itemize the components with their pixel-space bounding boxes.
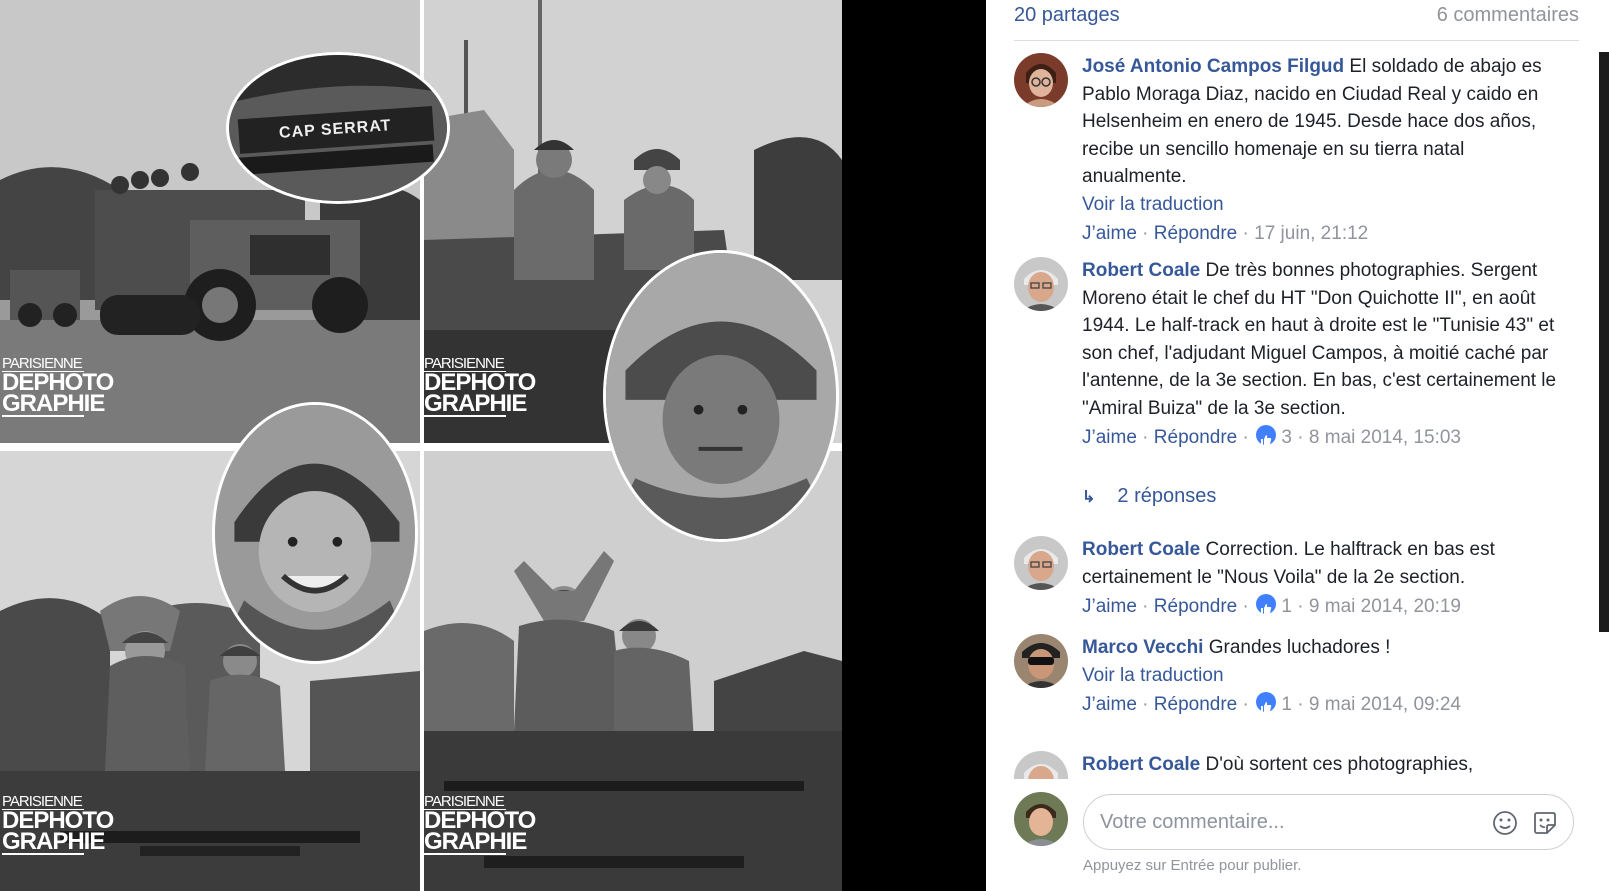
like-link[interactable]: J’aime [1082, 223, 1137, 244]
reply-link[interactable]: Répondre [1154, 223, 1237, 244]
avatar[interactable] [1014, 634, 1068, 688]
comment-actions: J’aime · Répondre · 1 · 9 mai 2014, 20:1… [1082, 594, 1462, 617]
like-count-icon[interactable] [1256, 594, 1277, 614]
comment-text: Marco Vecchi Grandes luchadores ! [1082, 634, 1562, 662]
emoji-icon[interactable] [1491, 809, 1519, 837]
comment-composer: Appuyez sur Entrée pour publier. [986, 784, 1609, 891]
comment-input[interactable] [1100, 808, 1460, 836]
inset-smiling-soldier [212, 402, 418, 664]
comment-author-link[interactable]: Robert Coale [1082, 754, 1200, 775]
comment-input-box[interactable] [1083, 794, 1574, 850]
comment-timestamp[interactable]: 9 mai 2014, 09:24 [1309, 694, 1461, 715]
reply-arrow-icon: ↳ [1082, 489, 1096, 506]
view-replies-link[interactable]: ↳ 2 réponses [1082, 485, 1609, 508]
watermark-logo: PARISIENNE DEPHOTO GRAPHIE [424, 793, 536, 856]
comment-list[interactable]: José Antonio Campos Filgud El soldado de… [986, 41, 1609, 779]
avatar[interactable] [1014, 751, 1068, 779]
comment-message: De très bonnes photographies. Sergent Mo… [1082, 260, 1557, 419]
replies-count-label[interactable]: 2 réponses [1117, 485, 1216, 507]
shares-count-link[interactable]: 20 partages [1014, 4, 1120, 27]
comments-panel: 20 partages 6 commentaires José Antonio … [986, 0, 1609, 891]
reply-link[interactable]: Répondre [1154, 596, 1237, 617]
comment-author-link[interactable]: Marco Vecchi [1082, 637, 1203, 658]
watermark-logo: PARISIENNE DEPHOTO GRAPHIE [2, 793, 114, 856]
avatar[interactable] [1014, 536, 1068, 590]
like-count[interactable]: 1 [1281, 694, 1292, 715]
see-translation-link[interactable]: Voir la traduction [1082, 191, 1562, 218]
like-link[interactable]: J’aime [1082, 596, 1137, 617]
comment-timestamp[interactable]: 17 juin, 21:12 [1254, 223, 1368, 244]
comment-timestamp[interactable]: 9 mai 2014, 20:19 [1309, 596, 1461, 617]
watermark-logo: PARISIENNE DEPHOTO GRAPHIE [2, 355, 114, 418]
inset-helmeted-soldier [603, 250, 839, 542]
like-count-icon[interactable] [1256, 425, 1277, 445]
see-translation-link[interactable]: Voir la traduction [1082, 662, 1562, 689]
watermark-logo: PARISIENNE DEPHOTO GRAPHIE [424, 355, 536, 418]
comment-text: Robert Coale Correction. Le halftrack en… [1082, 536, 1562, 591]
avatar[interactable] [1014, 257, 1068, 311]
comment-message: D'où sortent ces photographies, [1205, 754, 1474, 775]
comments-count-link[interactable]: 6 commentaires [1437, 4, 1579, 27]
sticker-icon[interactable] [1531, 809, 1559, 837]
like-count[interactable]: 1 [1281, 596, 1292, 617]
comment-text: Robert Coale De très bonnes photographie… [1082, 257, 1562, 422]
comment-actions: J’aime · Répondre · 17 juin, 21:12 [1082, 222, 1369, 244]
comment-actions: J’aime · Répondre · 3 · 8 mai 2014, 15:0… [1082, 425, 1462, 448]
comment-actions: J’aime · Répondre · 1 · 9 mai 2014, 09:2… [1082, 691, 1462, 715]
post-summary-bar: 20 partages 6 commentaires [1014, 0, 1579, 41]
comment-author-link[interactable]: Robert Coale [1082, 260, 1200, 281]
reply-link[interactable]: Répondre [1154, 427, 1237, 448]
reply-link[interactable]: Répondre [1154, 694, 1237, 715]
scrollbar[interactable] [1599, 52, 1609, 632]
publish-hint: Appuyez sur Entrée pour publier. [1083, 857, 1302, 874]
like-count[interactable]: 3 [1281, 427, 1292, 448]
avatar[interactable] [1014, 53, 1068, 107]
comment-author-link[interactable]: Robert Coale [1082, 539, 1200, 560]
comment-message: Grandes luchadores ! [1208, 637, 1391, 658]
current-user-avatar[interactable] [1014, 792, 1068, 846]
comment-text: José Antonio Campos Filgud El soldado de… [1082, 53, 1562, 191]
inset-vehicle-sign: CAP SERRAT [226, 52, 450, 204]
post-photo[interactable]: PARISIENNE DEPHOTO GRAPHIE PARISIENNE DE… [0, 0, 842, 891]
comment-text: Robert Coale D'où sortent ces photograph… [1082, 751, 1562, 779]
like-link[interactable]: J’aime [1082, 427, 1137, 448]
like-link[interactable]: J’aime [1082, 694, 1137, 715]
like-count-icon[interactable] [1256, 691, 1277, 712]
comment-timestamp[interactable]: 8 mai 2014, 15:03 [1309, 427, 1461, 448]
comment-author-link[interactable]: José Antonio Campos Filgud [1082, 56, 1344, 77]
